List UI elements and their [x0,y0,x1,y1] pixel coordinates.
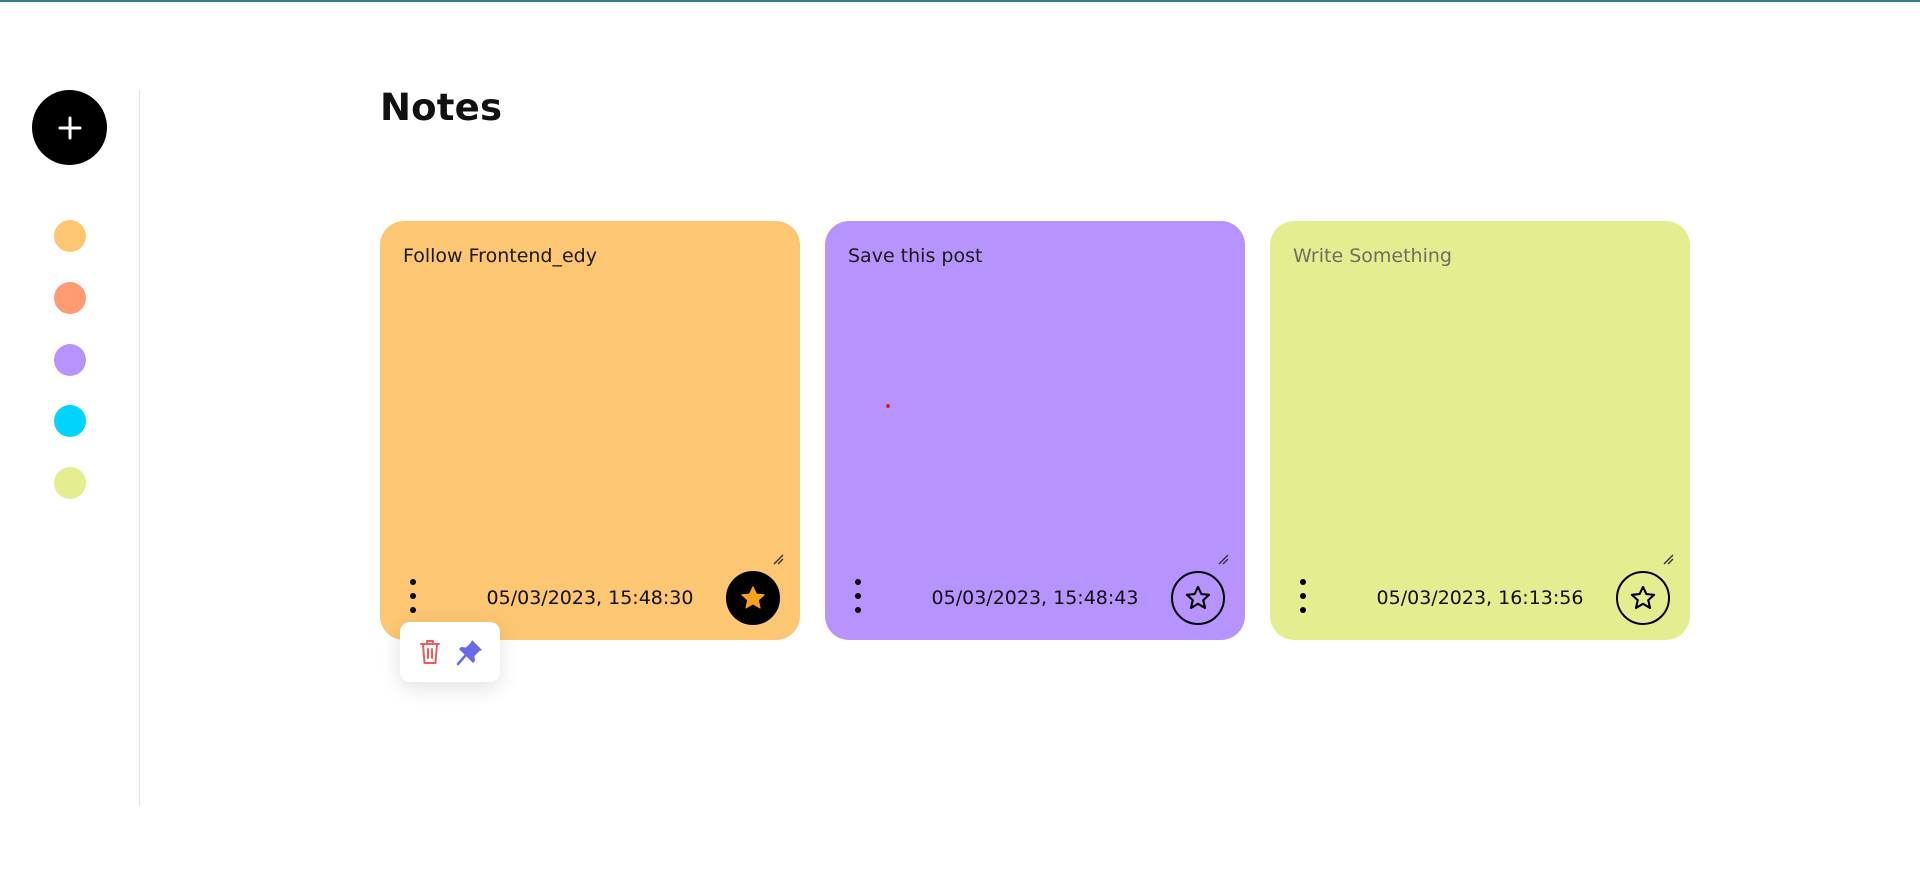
sidebar [0,0,140,888]
note-textarea[interactable]: Save this post [848,245,1222,267]
trash-icon [420,640,440,664]
note-textarea[interactable]: Follow Frontend_edy [403,245,777,267]
star-button[interactable] [1171,571,1225,625]
star-outline-icon [1185,585,1211,609]
sidebar-divider [139,90,140,805]
add-note-button[interactable] [32,90,107,165]
pin-icon [456,640,482,666]
star-button[interactable] [726,571,780,625]
note-card: Write Something 05/03/2023, 16:13:56 [1270,221,1690,640]
star-filled-icon [741,586,765,609]
resize-handle-icon[interactable] [1217,553,1229,565]
note-card: Follow Frontend_edy 05/03/2023, 15:48:30 [380,221,800,640]
color-swatch-coral[interactable] [54,282,86,314]
plus-icon [58,116,81,139]
star-outline-icon [1630,585,1656,609]
mouse-cursor-dot [886,404,890,408]
color-swatch-cyan[interactable] [54,405,86,437]
color-swatch-orange[interactable] [54,220,86,252]
resize-handle-icon[interactable] [772,553,784,565]
note-options-popup [400,622,500,682]
color-swatch-lime[interactable] [54,467,86,499]
pin-note-button[interactable] [455,635,485,669]
star-button[interactable] [1616,571,1670,625]
top-border [0,0,1920,2]
delete-note-button[interactable] [415,635,445,669]
color-swatch-purple[interactable] [54,344,86,376]
page-title: Notes [380,86,503,129]
note-card: Save this post 05/03/2023, 15:48:43 [825,221,1245,640]
resize-handle-icon[interactable] [1662,553,1674,565]
note-textarea[interactable]: Write Something [1293,245,1667,267]
